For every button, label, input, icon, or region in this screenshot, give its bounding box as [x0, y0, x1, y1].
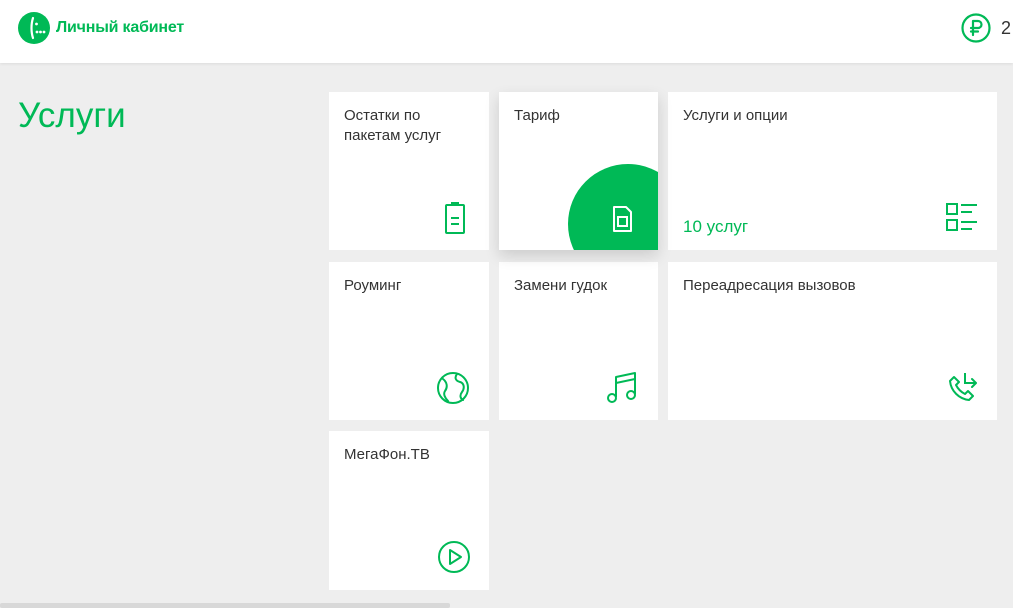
tile-services-options[interactable]: Услуги и опции 10 услуг — [668, 92, 997, 250]
header: Личный кабинет 2 — [0, 0, 1013, 63]
tile-roaming[interactable]: Роуминг — [329, 262, 489, 420]
tile-tariff[interactable]: Тариф — [499, 92, 658, 250]
tile-label: Замени гудок — [514, 277, 608, 294]
list-icon — [946, 203, 977, 231]
tile-label: МегаФон.ТВ — [344, 446, 430, 463]
tile-call-forwarding[interactable]: Переадресация вызовов — [668, 262, 997, 420]
megafon-logo-icon — [18, 12, 50, 44]
play-icon — [438, 541, 470, 573]
horizontal-scrollbar[interactable] — [0, 603, 450, 608]
music-note-icon — [607, 372, 636, 403]
tile-label: Тариф — [514, 107, 560, 124]
globe-icon — [437, 372, 469, 404]
tile-replace-ringtone[interactable]: Замени гудок — [499, 262, 658, 420]
sim-card-icon — [613, 206, 632, 232]
logo-text: Личный кабинет — [56, 19, 184, 36]
tile-megafon-tv[interactable]: МегаФон.ТВ — [329, 431, 489, 590]
ruble-icon — [961, 13, 991, 43]
tile-label: Роуминг — [344, 277, 402, 294]
tile-label: Переадресация вызовов — [683, 277, 856, 294]
call-forward-icon — [949, 373, 977, 401]
logo-link[interactable]: Личный кабинет — [18, 12, 184, 44]
tile-label: Услуги и опции — [683, 107, 788, 124]
tile-package-balances[interactable]: Остатки по пакетам услуг — [329, 92, 489, 250]
services-count: 10 услуг — [683, 217, 749, 236]
page-title: Услуги — [18, 96, 126, 135]
balance-widget[interactable]: 2 — [961, 13, 1011, 43]
balance-value: 2 — [1001, 17, 1012, 38]
battery-icon — [445, 202, 465, 234]
tile-label: Остатки по пакетам услуг — [344, 107, 442, 144]
